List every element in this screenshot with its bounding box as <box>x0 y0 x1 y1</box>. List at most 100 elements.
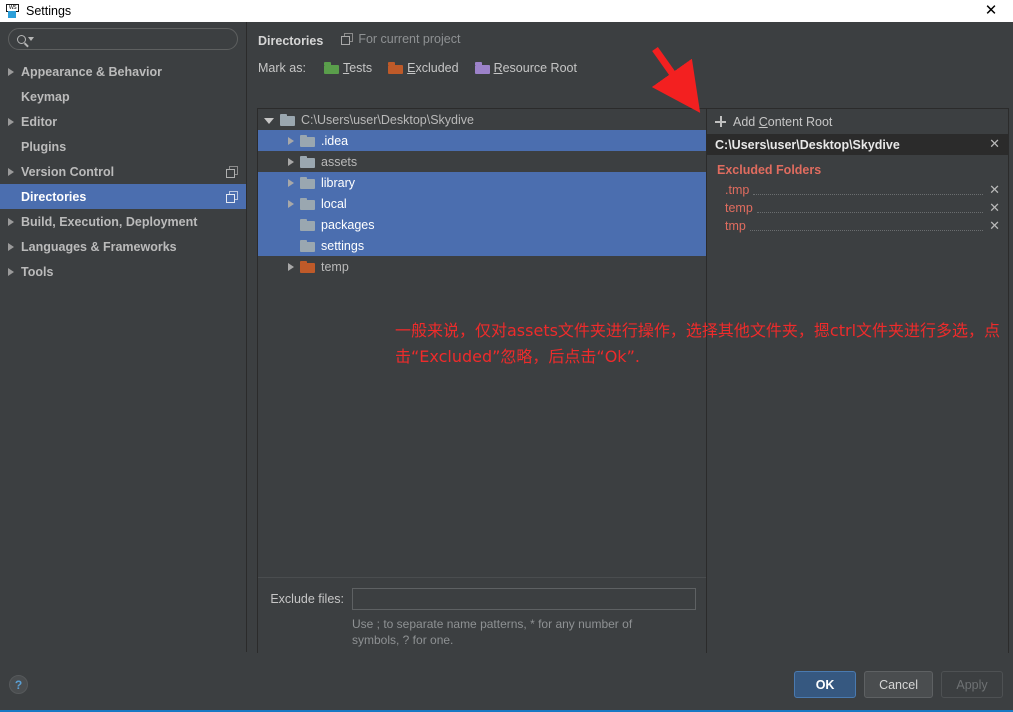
tree-row[interactable]: library <box>258 172 706 193</box>
content-roots-pane: Add Content Root C:\Users\user\Desktop\S… <box>707 109 1008 658</box>
panel-header: Directories For current project <box>248 22 1013 48</box>
add-content-root-button[interactable]: Add Content Root <box>707 109 1008 134</box>
plus-icon <box>715 116 726 127</box>
tree-row-label: assets <box>321 154 358 169</box>
mark-as-tests-button[interactable]: Tests <box>323 61 373 75</box>
tree-row[interactable]: assets <box>258 151 706 172</box>
sidebar-item-plugins[interactable]: Plugins <box>0 134 246 159</box>
chevron-right-icon[interactable] <box>288 157 294 166</box>
settings-sidebar: Appearance & Behavior Keymap Editor Plugins… <box>0 22 247 652</box>
tree-row[interactable]: settings <box>258 235 706 256</box>
remove-excluded-folder-icon[interactable]: ✕ <box>987 202 1002 215</box>
sidebar-item-appearance-behavior[interactable]: Appearance & Behavior <box>0 59 246 84</box>
exclude-files-label: Exclude files: <box>270 592 344 606</box>
tree-row-label: temp <box>321 259 349 274</box>
sidebar-item-keymap[interactable]: Keymap <box>0 84 246 109</box>
mark-as-label: Mark as: <box>258 61 306 75</box>
chevron-right-icon[interactable] <box>8 242 14 251</box>
dialog-body: Appearance & Behavior Keymap Editor Plugins… <box>0 22 1013 712</box>
tree-row-label: C:\Users\user\Desktop\Skydive <box>301 112 474 127</box>
dialog-footer: ? OK Cancel Apply <box>0 653 1013 710</box>
tree-row[interactable]: local <box>258 193 706 214</box>
exclude-files-hint: Use ; to separate name patterns, * for a… <box>352 617 633 647</box>
apply-button: Apply <box>941 671 1003 698</box>
directories-panes: C:\Users\user\Desktop\Skydive .idea assets… <box>257 108 1009 659</box>
add-content-root-label: Add Content Root <box>733 114 833 129</box>
remove-excluded-folder-icon[interactable]: ✕ <box>987 184 1002 197</box>
chevron-down-icon[interactable] <box>264 118 274 124</box>
excluded-folder-row[interactable]: temp ✕ <box>707 199 1008 217</box>
directory-tree-pane: C:\Users\user\Desktop\Skydive .idea assets… <box>258 109 707 658</box>
page-title: Directories <box>258 34 324 48</box>
search-icon <box>17 34 26 44</box>
mark-as-label: Tests <box>342 61 373 75</box>
sidebar-item-languages-frameworks[interactable]: Languages & Frameworks <box>0 234 246 259</box>
remove-excluded-folder-icon[interactable]: ✕ <box>987 220 1002 233</box>
excluded-folder-row[interactable]: .tmp ✕ <box>707 181 1008 199</box>
chevron-right-icon[interactable] <box>288 136 294 145</box>
sidebar-nav-list: Appearance & Behavior Keymap Editor Plugins… <box>0 59 246 284</box>
webstorm-icon: WS <box>6 4 20 18</box>
project-scope-icon <box>226 165 238 178</box>
cancel-button[interactable]: Cancel <box>864 671 933 698</box>
excluded-folder-name: temp <box>725 201 753 215</box>
exclude-files-row: Exclude files: <box>258 588 696 610</box>
dotted-leader <box>753 185 984 195</box>
sidebar-item-label: Appearance & Behavior <box>21 64 163 79</box>
mark-as-excluded-button[interactable]: Excluded <box>388 61 459 75</box>
search-box[interactable] <box>8 28 238 50</box>
directory-tree[interactable]: C:\Users\user\Desktop\Skydive .idea assets… <box>258 109 706 577</box>
sidebar-item-build-execution-deployment[interactable]: Build, Execution, Deployment <box>0 209 246 234</box>
chevron-right-icon[interactable] <box>8 167 14 176</box>
exclude-files-input[interactable] <box>352 588 696 610</box>
window-title-bar: WS Settings ✕ <box>0 0 1013 22</box>
chevron-right-icon[interactable] <box>8 117 14 126</box>
sidebar-item-tools[interactable]: Tools <box>0 259 246 284</box>
folder-icon <box>388 62 404 74</box>
tree-row[interactable]: .idea <box>258 130 706 151</box>
excluded-folders-list: .tmp ✕ temp ✕ tmp ✕ <box>707 181 1008 235</box>
window-title: Settings <box>26 4 72 18</box>
project-scope[interactable]: For current project <box>341 32 460 46</box>
chevron-right-icon[interactable] <box>288 199 294 208</box>
tree-row[interactable]: packages <box>258 214 706 235</box>
tree-row-label: local <box>321 196 347 211</box>
directories-panel: Directories For current project Mark as:… <box>248 22 1013 659</box>
content-root-row[interactable]: C:\Users\user\Desktop\Skydive ✕ <box>707 134 1008 155</box>
chevron-right-icon[interactable] <box>8 217 14 226</box>
project-scope-label: For current project <box>358 32 461 46</box>
sidebar-item-label: Languages & Frameworks <box>21 239 177 254</box>
chevron-right-icon[interactable] <box>288 178 294 187</box>
search-input[interactable] <box>38 31 229 47</box>
tree-row-label: packages <box>321 217 375 232</box>
folder-icon <box>280 113 295 126</box>
excluded-folder-row[interactable]: tmp ✕ <box>707 217 1008 235</box>
chevron-right-icon[interactable] <box>8 267 14 276</box>
exclude-files-section: Exclude files: Use ; to separate name pa… <box>258 577 706 658</box>
close-icon[interactable]: ✕ <box>977 0 1005 22</box>
tree-row[interactable]: C:\Users\user\Desktop\Skydive <box>258 109 706 130</box>
sidebar-item-version-control[interactable]: Version Control <box>0 159 246 184</box>
sidebar-item-label: Version Control <box>21 164 115 179</box>
mark-as-label: Resource Root <box>493 61 577 75</box>
mark-as-resource-root-button[interactable]: Resource Root <box>474 61 577 75</box>
sidebar-item-editor[interactable]: Editor <box>0 109 246 134</box>
excluded-folder-name: .tmp <box>725 183 750 197</box>
sidebar-item-directories[interactable]: Directories <box>0 184 246 209</box>
tree-row-label: library <box>321 175 356 190</box>
excluded-folder-name: tmp <box>725 219 746 233</box>
chevron-right-icon[interactable] <box>8 67 14 76</box>
chevron-right-icon[interactable] <box>288 262 294 271</box>
help-icon[interactable]: ? <box>9 675 28 694</box>
sidebar-item-label: Plugins <box>21 139 67 154</box>
tree-row[interactable]: temp <box>258 256 706 277</box>
ok-button[interactable]: OK <box>794 671 857 698</box>
sidebar-item-label: Directories <box>21 189 87 204</box>
remove-content-root-icon[interactable]: ✕ <box>987 138 1002 151</box>
folder-icon <box>300 239 315 252</box>
folder-icon <box>300 260 315 273</box>
project-scope-icon <box>341 33 354 45</box>
dotted-leader <box>756 203 984 213</box>
content-root-path: C:\Users\user\Desktop\Skydive <box>715 137 900 152</box>
chevron-down-icon[interactable] <box>28 37 34 41</box>
